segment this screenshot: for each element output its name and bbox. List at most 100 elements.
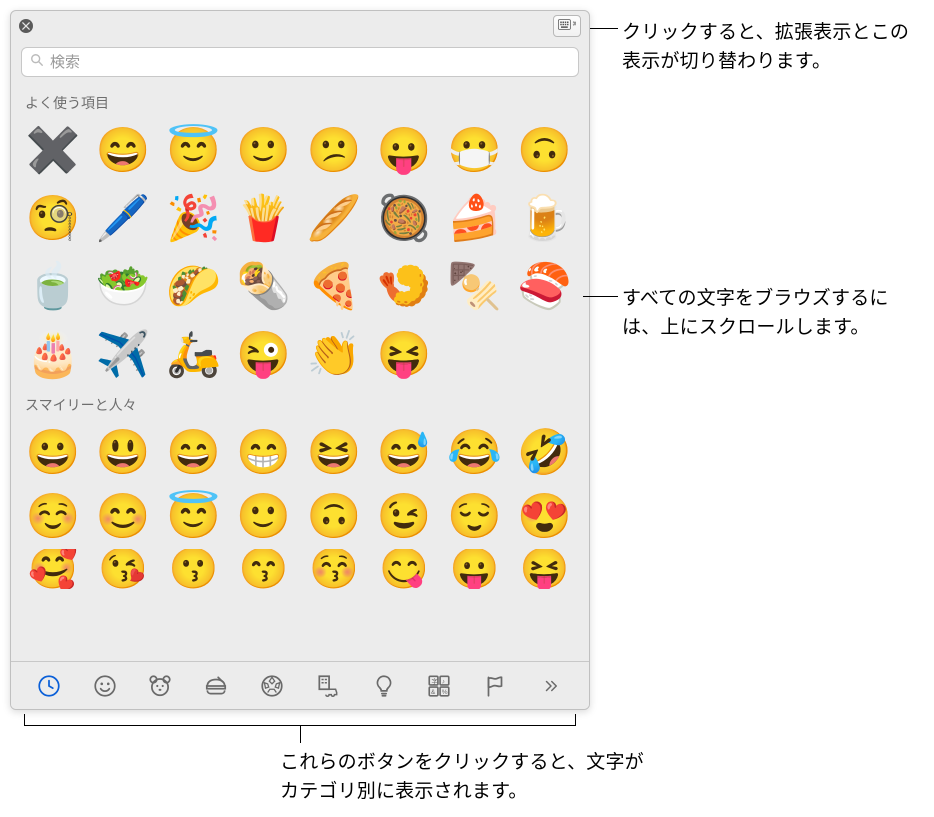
category-travel-button[interactable] [300, 666, 356, 706]
emoji-cell[interactable]: 🍤 [372, 255, 436, 319]
search-icon [30, 53, 44, 72]
emoji-cell[interactable]: 😍 [513, 485, 577, 549]
svg-text:字: 字 [432, 676, 439, 685]
emoji-cell[interactable]: 😙 [232, 549, 296, 589]
emoji-cell[interactable]: 🍰 [443, 187, 507, 251]
clock-icon [36, 673, 62, 699]
emoji-cell[interactable]: 😋 [372, 549, 436, 589]
search-wrap [11, 41, 589, 85]
emoji-cell[interactable]: 😷 [443, 119, 507, 183]
emoji-cell[interactable]: 😄 [91, 119, 155, 183]
emoji-cell[interactable]: 🥰 [21, 549, 85, 589]
emoji-cell[interactable]: 🎂 [21, 323, 85, 387]
svg-text:%: % [442, 689, 448, 696]
lightbulb-icon [371, 673, 397, 699]
emoji-cell[interactable]: 😆 [302, 421, 366, 485]
toggle-expanded-view-button[interactable]: ⌘ [553, 15, 581, 37]
emoji-cell[interactable]: 🙂 [232, 119, 296, 183]
close-icon [22, 22, 30, 30]
callout-middle: すべての文字をブラウズするには、上にスクロールします。 [622, 284, 922, 343]
callout-bottom: これらのボタンをクリックすると、文字がカテゴリ別に表示されます。 [280, 748, 660, 807]
emoji-cell[interactable]: 😅 [372, 421, 436, 485]
emoji-cell[interactable]: 🍕 [302, 255, 366, 319]
callout-line [590, 28, 618, 29]
emoji-cell[interactable]: 🥖 [302, 187, 366, 251]
category-more-button[interactable] [523, 666, 579, 706]
callout-top: クリックすると、拡張表示とこの表示が切り替わります。 [622, 18, 922, 77]
emoji-cell[interactable]: 😌 [443, 485, 507, 549]
svg-text:♪: ♪ [442, 678, 445, 685]
emoji-cell[interactable]: 😝 [513, 549, 577, 589]
close-button[interactable] [19, 19, 33, 33]
emoji-cell[interactable]: 😉 [372, 485, 436, 549]
emoji-cell[interactable]: 😇 [162, 485, 226, 549]
emoji-grid-frequent: ✖️😄😇🙂😕😛😷🙃 🧐🖊️🎉🍟🥖🥘🍰🍺 🍵🥗🌮🌯🍕🍤🍢🍣 🎂✈️🛵😜👏😝 [21, 119, 579, 387]
emoji-cell[interactable]: 😄 [162, 421, 226, 485]
emoji-cell[interactable]: ✖️ [21, 119, 85, 183]
symbols-icon: 字♪&% [426, 673, 452, 699]
emoji-cell[interactable]: 🍟 [232, 187, 296, 251]
emoji-cell[interactable]: 😀 [21, 421, 85, 485]
soccer-icon [259, 673, 285, 699]
emoji-cell[interactable]: 😛 [443, 549, 507, 589]
building-car-icon [315, 673, 341, 699]
emoji-cell[interactable]: ✈️ [91, 323, 155, 387]
emoji-cell[interactable]: 😛 [372, 119, 436, 183]
emoji-cell[interactable]: 👏 [302, 323, 366, 387]
burger-icon [203, 673, 229, 699]
emoji-cell[interactable]: 🙃 [513, 119, 577, 183]
emoji-cell[interactable]: 🍢 [443, 255, 507, 319]
emoji-cell[interactable]: 🥘 [372, 187, 436, 251]
search-input[interactable] [50, 54, 570, 71]
section-title-smileys: スマイリーと人々 [25, 395, 579, 415]
emoji-cell[interactable]: 😁 [232, 421, 296, 485]
emoji-cell[interactable]: 🍵 [21, 255, 85, 319]
flag-icon [482, 673, 508, 699]
emoji-cell[interactable]: 😂 [443, 421, 507, 485]
emoji-scroll-area[interactable]: よく使う項目 ✖️😄😇🙂😕😛😷🙃🧐🖊️🎉🍟🥖🥘🍰🍺🍵🥗🌮🌯🍕🍤🍢🍣🎂✈️🛵😜👏😝… [11, 85, 589, 661]
emoji-cell[interactable]: 🌮 [162, 255, 226, 319]
emoji-cell[interactable]: 🥗 [91, 255, 155, 319]
emoji-cell[interactable]: 🙃 [302, 485, 366, 549]
category-flags-button[interactable] [467, 666, 523, 706]
category-objects-button[interactable] [356, 666, 412, 706]
emoji-cell[interactable]: 😃 [91, 421, 155, 485]
emoji-cell[interactable]: 😗 [162, 549, 226, 589]
callout-bracket [24, 714, 576, 726]
emoji-cell[interactable]: 😚 [302, 549, 366, 589]
category-recent-button[interactable] [21, 666, 77, 706]
titlebar: ⌘ [11, 11, 589, 41]
emoji-cell[interactable]: 🙂 [232, 485, 296, 549]
category-animals-button[interactable] [133, 666, 189, 706]
emoji-cell[interactable]: 🌯 [232, 255, 296, 319]
chevrons-right-icon [542, 677, 560, 695]
category-smileys-button[interactable] [77, 666, 133, 706]
category-activity-button[interactable] [244, 666, 300, 706]
emoji-cell[interactable]: 🤣 [513, 421, 577, 485]
emoji-cell[interactable]: 😊 [91, 485, 155, 549]
keyboard-viewer-icon: ⌘ [558, 19, 576, 33]
category-toolbar: 字♪&% [11, 661, 589, 709]
category-symbols-button[interactable]: 字♪&% [412, 666, 468, 706]
search-field[interactable] [21, 47, 579, 77]
emoji-grid-smileys: ☺️😊😇🙂🙃😉😌😍 [21, 485, 579, 549]
emoji-cell[interactable]: 😘 [91, 549, 155, 589]
emoji-cell[interactable]: 🖊️ [91, 187, 155, 251]
emoji-cell[interactable]: 🛵 [162, 323, 226, 387]
emoji-cell[interactable]: 🧐 [21, 187, 85, 251]
smiley-icon [92, 673, 118, 699]
bear-icon [147, 673, 173, 699]
category-food-button[interactable] [188, 666, 244, 706]
emoji-cell[interactable]: 🍺 [513, 187, 577, 251]
emoji-cell[interactable]: 😕 [302, 119, 366, 183]
section-title-frequent: よく使う項目 [25, 93, 579, 113]
character-viewer-panel: ⌘ よく使う項目 ✖️😄😇🙂😕😛😷🙃🧐🖊️🎉🍟🥖🥘🍰🍺🍵🥗🌮🌯🍕🍤🍢🍣🎂✈️🛵😜… [10, 10, 590, 710]
emoji-grid-smileys: 🥰😘😗😙😚😋😛😝 [21, 549, 579, 589]
emoji-grid-smileys: 😀😃😄😁😆😅😂🤣 [21, 421, 579, 485]
emoji-cell[interactable]: 😇 [162, 119, 226, 183]
emoji-cell[interactable]: 🍣 [513, 255, 577, 319]
emoji-cell[interactable]: ☺️ [21, 485, 85, 549]
emoji-cell[interactable]: 😝 [372, 323, 436, 387]
emoji-cell[interactable]: 😜 [232, 323, 296, 387]
emoji-cell[interactable]: 🎉 [162, 187, 226, 251]
